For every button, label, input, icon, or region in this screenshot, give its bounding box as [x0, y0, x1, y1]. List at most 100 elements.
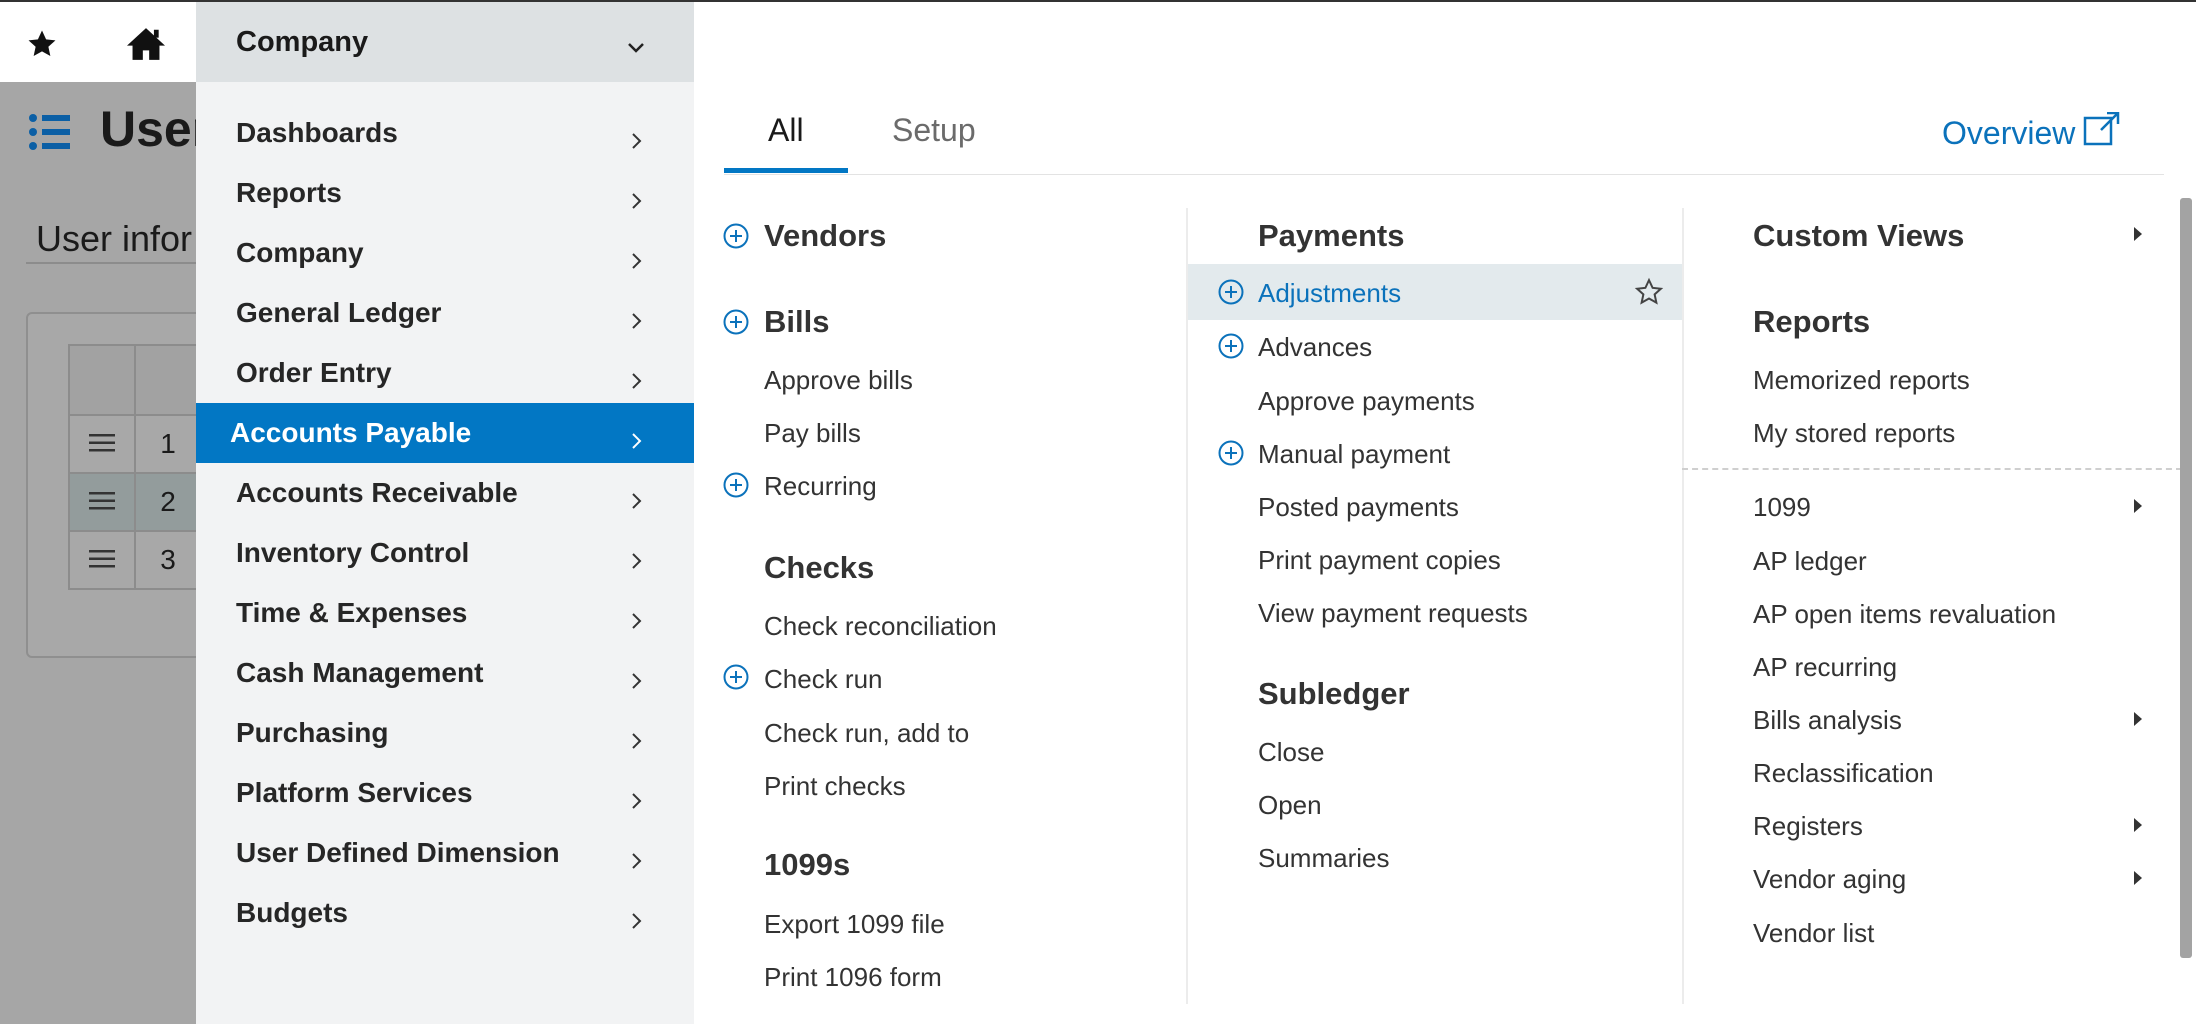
view-payment-requests-link[interactable]: View payment requests — [1258, 598, 1528, 629]
ap-open-items-revaluation-link[interactable]: AP open items revaluation — [1753, 599, 2056, 630]
ap-recurring-link[interactable]: AP recurring — [1753, 652, 1897, 683]
chevron-right-icon — [630, 545, 642, 577]
check-reconciliation-link[interactable]: Check reconciliation — [764, 611, 997, 642]
recurring-link[interactable]: Recurring — [764, 471, 877, 502]
pay-bills-link[interactable]: Pay bills — [764, 418, 861, 449]
plus-circle-icon[interactable] — [1218, 440, 1244, 466]
plus-circle-icon[interactable] — [723, 664, 749, 690]
menu-item-platform-services[interactable]: Platform Services — [196, 763, 694, 823]
active-tab-indicator — [724, 168, 848, 173]
table-row[interactable]: 2 — [68, 472, 202, 532]
menu-item-user-defined-dimension[interactable]: User Defined Dimension — [196, 823, 694, 883]
menu-item-label: General Ledger — [236, 297, 442, 328]
plus-circle-icon[interactable] — [1218, 333, 1244, 359]
tabs-divider — [724, 174, 2164, 175]
my-stored-reports-link[interactable]: My stored reports — [1753, 418, 1955, 449]
caret-right-icon — [2134, 871, 2142, 885]
row-number: 3 — [134, 530, 202, 590]
menu-item-label: User Defined Dimension — [236, 837, 560, 868]
favorites-star-icon[interactable] — [2, 4, 82, 84]
approve-payments-link[interactable]: Approve payments — [1258, 386, 1475, 417]
print-1096-link[interactable]: Print 1096 form — [764, 962, 942, 993]
adjustments-link[interactable]: Adjustments — [1258, 278, 1401, 309]
drag-handle-icon[interactable] — [68, 472, 136, 532]
table-row[interactable]: 1 — [68, 414, 202, 474]
list-icon — [28, 112, 72, 157]
vendor-list-link[interactable]: Vendor list — [1753, 918, 1874, 949]
menu-item-cash-management[interactable]: Cash Management — [196, 643, 694, 703]
print-checks-link[interactable]: Print checks — [764, 771, 906, 802]
table-row[interactable]: 3 — [68, 530, 202, 590]
section-title: User infor — [36, 218, 193, 259]
manual-payment-link[interactable]: Manual payment — [1258, 439, 1450, 470]
chevron-right-icon — [630, 605, 642, 637]
chevron-right-icon — [630, 785, 642, 817]
1099s-heading: 1099s — [764, 847, 851, 882]
menu-item-label: Inventory Control — [236, 537, 470, 568]
memorized-reports-link[interactable]: Memorized reports — [1753, 365, 1970, 396]
chevron-right-icon — [630, 245, 642, 277]
plus-circle-icon[interactable] — [723, 223, 749, 249]
plus-circle-icon[interactable] — [723, 472, 749, 498]
chevron-right-icon — [630, 125, 642, 157]
chevron-right-icon — [630, 485, 642, 517]
mega-menu-panel: All Setup Overview Vendors Bills Approve… — [694, 2, 2196, 1024]
app-selector[interactable]: Company — [196, 2, 694, 82]
menu-item-general-ledger[interactable]: General Ledger — [196, 283, 694, 343]
scrollbar[interactable] — [2180, 198, 2192, 958]
custom-views-link[interactable]: Custom Views — [1753, 218, 1964, 254]
home-icon[interactable] — [106, 4, 186, 84]
chevron-right-icon — [630, 905, 642, 937]
menu-item-budgets[interactable]: Budgets — [196, 883, 694, 943]
user-table: 1 2 3 — [68, 344, 202, 590]
plus-circle-icon[interactable] — [1218, 279, 1244, 305]
posted-payments-link[interactable]: Posted payments — [1258, 492, 1459, 523]
payments-heading: Payments — [1258, 218, 1405, 253]
menu-item-inventory-control[interactable]: Inventory Control — [196, 523, 694, 583]
check-run-link[interactable]: Check run — [764, 664, 883, 695]
advances-link[interactable]: Advances — [1258, 332, 1372, 363]
favorite-star-icon[interactable] — [1634, 277, 1664, 312]
menu-item-time-and-expenses[interactable]: Time & Expenses — [196, 583, 694, 643]
registers-link[interactable]: Registers — [1753, 811, 1863, 842]
table-header-cell — [68, 344, 136, 416]
tab-setup[interactable]: Setup — [892, 112, 976, 149]
caret-right-icon — [2134, 499, 2142, 513]
overview-link[interactable]: Overview — [1942, 111, 2121, 154]
menu-item-reports[interactable]: Reports — [196, 163, 694, 223]
chevron-right-icon — [630, 725, 642, 757]
subledger-heading: Subledger — [1258, 676, 1410, 711]
external-link-icon — [2083, 111, 2121, 154]
menu-item-purchasing[interactable]: Purchasing — [196, 703, 694, 763]
drag-handle-icon[interactable] — [68, 414, 136, 474]
tab-all[interactable]: All — [768, 112, 804, 149]
print-payment-copies-link[interactable]: Print payment copies — [1258, 545, 1501, 576]
close-link[interactable]: Close — [1258, 737, 1324, 768]
vendor-aging-link[interactable]: Vendor aging — [1753, 864, 1906, 895]
plus-circle-icon[interactable] — [723, 309, 749, 335]
chevron-right-icon — [630, 185, 642, 217]
section-divider — [1682, 468, 2182, 470]
menu-item-accounts-receivable[interactable]: Accounts Receivable — [196, 463, 694, 523]
column-divider — [1682, 208, 1684, 1004]
open-link[interactable]: Open — [1258, 790, 1322, 821]
1099-link[interactable]: 1099 — [1753, 492, 1811, 523]
vendors-link[interactable]: Vendors — [764, 218, 886, 254]
menu-item-order-entry[interactable]: Order Entry — [196, 343, 694, 403]
export-1099-link[interactable]: Export 1099 file — [764, 909, 945, 940]
menu-item-dashboards[interactable]: Dashboards — [196, 103, 694, 163]
reports-heading: Reports — [1753, 304, 1871, 339]
bills-link[interactable]: Bills — [764, 304, 829, 340]
menu-item-accounts-payable[interactable]: Accounts Payable — [196, 403, 694, 463]
bills-analysis-link[interactable]: Bills analysis — [1753, 705, 1902, 736]
menu-item-company[interactable]: Company — [196, 223, 694, 283]
menu-item-label: Company — [236, 237, 364, 268]
chevron-right-icon — [630, 365, 642, 397]
drag-handle-icon[interactable] — [68, 530, 136, 590]
ap-ledger-link[interactable]: AP ledger — [1753, 546, 1867, 577]
chevron-right-icon — [630, 845, 642, 877]
summaries-link[interactable]: Summaries — [1258, 843, 1389, 874]
check-run-add-to-link[interactable]: Check run, add to — [764, 718, 969, 749]
reclassification-link[interactable]: Reclassification — [1753, 758, 1934, 789]
approve-bills-link[interactable]: Approve bills — [764, 365, 913, 396]
